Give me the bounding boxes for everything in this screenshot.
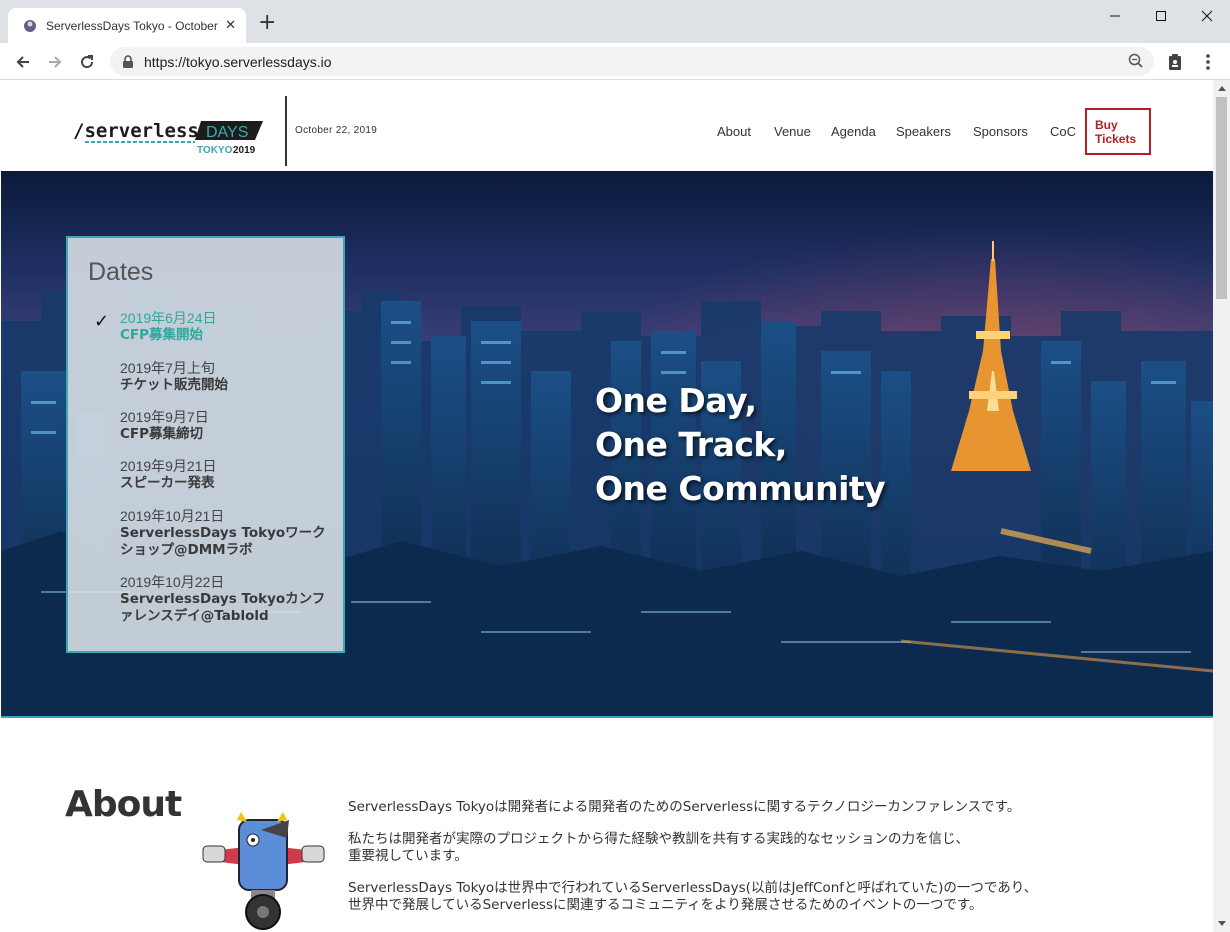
browser-titlebar: ServerlessDays Tokyo - October 2 ✕ + bbox=[0, 0, 1230, 43]
dates-title: Dates bbox=[88, 258, 154, 286]
nav-sponsors[interactable]: Sponsors bbox=[973, 124, 1028, 139]
window-close-icon[interactable] bbox=[1184, 0, 1230, 32]
page-scrollbar[interactable] bbox=[1213, 80, 1230, 932]
url-text: https://tokyo.serverlessdays.io bbox=[144, 53, 332, 70]
buy-tickets-button[interactable]: Buy Tickets bbox=[1085, 108, 1151, 155]
scroll-down-arrow-icon[interactable] bbox=[1213, 915, 1230, 932]
about-paragraph-3-line-1: ServerlessDays Tokyoは世界中で行われているServerles… bbox=[348, 880, 1038, 896]
date-event: ServerlessDays Tokyoカンファレンスデイ@Tablold bbox=[120, 591, 326, 624]
date-item: 2019年10月21日 ServerlessDays Tokyoワークショップ@… bbox=[120, 508, 335, 559]
hero-bottom-border bbox=[1, 716, 1213, 718]
tagline-line: One Day, bbox=[595, 381, 757, 420]
header-divider bbox=[285, 96, 287, 166]
date-label: 2019年9月7日 bbox=[120, 409, 209, 425]
date-event: CFP募集締切 bbox=[120, 426, 204, 442]
maximize-icon[interactable] bbox=[1138, 0, 1184, 32]
nav-agenda[interactable]: Agenda bbox=[831, 124, 876, 139]
checkmark-icon: ✓ bbox=[94, 311, 110, 332]
about-paragraph-2-line-2: 重要視しています。 bbox=[348, 848, 468, 864]
date-item: 2019年9月21日 スピーカー発表 bbox=[120, 458, 335, 492]
svg-text:/serverless/: /serverless/ bbox=[73, 120, 210, 142]
page-viewport: /serverless/ DAYS TOKYO 2019 October 22,… bbox=[1, 80, 1213, 932]
new-tab-icon[interactable]: + bbox=[258, 12, 276, 34]
hero-tagline: One Day, One Track, One Community bbox=[595, 379, 886, 511]
scroll-thumb[interactable] bbox=[1216, 97, 1227, 299]
dates-card: Dates ✓ 2019年6月24日 CFP募集開始 2019年7月上旬 チケッ… bbox=[66, 236, 345, 653]
minimize-icon[interactable] bbox=[1092, 0, 1138, 32]
address-bar[interactable]: https://tokyo.serverlessdays.io bbox=[110, 47, 1154, 76]
tab-title: ServerlessDays Tokyo - October 2 bbox=[46, 18, 220, 33]
date-event: CFP募集開始 bbox=[120, 327, 204, 343]
menu-kebab-icon[interactable] bbox=[1197, 51, 1219, 73]
nav-coc[interactable]: CoC bbox=[1050, 124, 1076, 139]
about-paragraph-3-line-2: 世界中で発展しているServerlessに関連するコミュニティをより発展させるた… bbox=[348, 897, 983, 913]
site-favicon-icon bbox=[24, 19, 36, 32]
reload-icon[interactable] bbox=[76, 51, 98, 73]
zoom-icon[interactable] bbox=[1128, 53, 1144, 69]
date-item: 2019年10月22日 ServerlessDays Tokyoカンファレンスデ… bbox=[120, 574, 335, 625]
date-label: 2019年9月21日 bbox=[120, 458, 217, 474]
clipboard-extension-icon[interactable] bbox=[1164, 51, 1186, 73]
serverlessdays-logo: /serverless/ DAYS TOKYO 2019 bbox=[73, 120, 263, 156]
svg-text:TOKYO: TOKYO bbox=[197, 145, 233, 156]
date-item: 2019年6月24日 CFP募集開始 bbox=[120, 310, 335, 344]
nav-venue[interactable]: Venue bbox=[774, 124, 811, 139]
nav-speakers[interactable]: Speakers bbox=[896, 124, 951, 139]
tab-close-icon[interactable]: ✕ bbox=[225, 18, 236, 33]
browser-toolbar: https://tokyo.serverlessdays.io bbox=[0, 43, 1230, 80]
event-date: October 22, 2019 bbox=[295, 125, 378, 136]
site-logo[interactable]: /serverless/ DAYS TOKYO 2019 bbox=[73, 116, 263, 160]
date-item: 2019年9月7日 CFP募集締切 bbox=[120, 409, 335, 443]
date-label: 2019年10月22日 bbox=[120, 574, 225, 590]
svg-text:2019: 2019 bbox=[233, 145, 256, 156]
date-label: 2019年6月24日 bbox=[120, 310, 217, 326]
svg-text:DAYS: DAYS bbox=[206, 124, 248, 141]
site-header: /serverless/ DAYS TOKYO 2019 October 22,… bbox=[1, 80, 1213, 171]
date-event: ServerlessDays Tokyoワークショップ@DMMラボ bbox=[120, 525, 326, 558]
nav-about[interactable]: About bbox=[717, 124, 751, 139]
date-label: 2019年10月21日 bbox=[120, 508, 225, 524]
about-paragraph-1: ServerlessDays Tokyoは開発者による開発者のためのServer… bbox=[348, 799, 1021, 815]
date-item: 2019年7月上旬 チケット販売開始 bbox=[120, 360, 335, 394]
back-arrow-icon[interactable] bbox=[12, 51, 34, 73]
robot-mascot-image bbox=[202, 812, 325, 930]
buy-line-2: Tickets bbox=[1095, 132, 1137, 146]
lock-icon bbox=[123, 54, 133, 68]
date-label: 2019年7月上旬 bbox=[120, 360, 215, 376]
about-heading: About bbox=[65, 784, 182, 825]
buy-line-1: Buy bbox=[1095, 118, 1118, 132]
tagline-line: One Track, bbox=[595, 425, 787, 464]
forward-arrow-icon[interactable] bbox=[44, 51, 66, 73]
date-event: スピーカー発表 bbox=[120, 475, 215, 491]
about-paragraph-2-line-1: 私たちは開発者が実際のプロジェクトから得た経験や教訓を共有する実践的なセッション… bbox=[348, 831, 969, 847]
scroll-up-arrow-icon[interactable] bbox=[1213, 80, 1230, 97]
hero-banner: Dates ✓ 2019年6月24日 CFP募集開始 2019年7月上旬 チケッ… bbox=[1, 171, 1213, 718]
date-event: チケット販売開始 bbox=[120, 377, 228, 393]
browser-tab[interactable]: ServerlessDays Tokyo - October 2 ✕ bbox=[8, 8, 246, 43]
tagline-line: One Community bbox=[595, 469, 886, 508]
